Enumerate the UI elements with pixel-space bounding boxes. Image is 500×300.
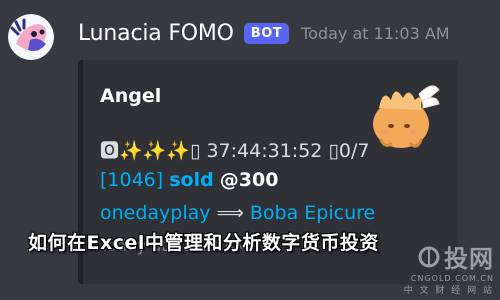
cngold-logo-icon: [418, 246, 440, 267]
watermark-logo: 投网: [404, 239, 494, 274]
watermark: 投网 CNGOLD.COM.CN 中 文 财 经 网 站: [404, 239, 494, 296]
buyer-link[interactable]: Boba Epicure: [250, 202, 375, 224]
watermark-subtitle: 中 文 财 经 网 站: [403, 286, 494, 296]
watermark-url: CNGOLD.COM.CN: [410, 274, 494, 283]
sale-price: @300: [219, 169, 279, 191]
overlay-caption: 如何在Excel中管理和分析数字货币投资: [28, 232, 379, 254]
trade-arrow-icon: ⟹: [216, 202, 244, 224]
embed-sale-line: [1046] sold @300: [100, 169, 278, 191]
sale-action: sold: [169, 169, 214, 191]
message-timestamp[interactable]: Today at 11:03 AM: [301, 24, 449, 43]
embed-title: Angel: [100, 85, 162, 107]
watermark-brand: 投网: [444, 245, 494, 273]
bot-avatar-icon[interactable]: [8, 14, 54, 60]
embed-timer-line: 🅾✨✨✨▯ 37:44:31:52 ▯0/7: [100, 140, 370, 162]
sale-id-link[interactable]: [1046]: [100, 169, 163, 191]
angel-axie-creature-icon[interactable]: [361, 74, 443, 156]
seller-link[interactable]: onedayplay: [100, 202, 211, 224]
embed-trade-line: onedayplay ⟹ Boba Epicure: [100, 202, 375, 224]
author-name[interactable]: Lunacia FOMO: [78, 21, 234, 46]
message-header: Lunacia FOMO BOT Today at 11:03 AM: [78, 16, 450, 50]
bot-badge: BOT: [243, 22, 290, 44]
chat-screen: Lunacia FOMO BOT Today at 11:03 AM Angel…: [0, 0, 500, 300]
